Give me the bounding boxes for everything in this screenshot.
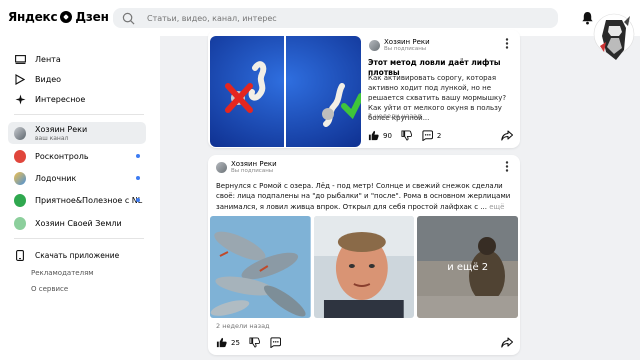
my-channel-text: Хозяин Реки ваш канал [35, 125, 87, 142]
like-count: 90 [383, 131, 392, 140]
sparkle-icon [14, 93, 26, 105]
user-avatar[interactable] [592, 2, 636, 72]
search-input[interactable] [147, 13, 547, 23]
dislike-icon[interactable] [249, 337, 260, 348]
post-author[interactable]: Хозяин Реки Вы подписаны [216, 160, 277, 174]
play-icon [14, 73, 26, 85]
author-name: Хозяин Реки [384, 38, 430, 46]
unread-dot [136, 154, 140, 158]
logo-yandex-text: Яндекс [8, 10, 58, 24]
like-count: 25 [231, 338, 240, 347]
sidebar-item-label: Лента [35, 54, 61, 64]
download-app-label: Скачать приложение [35, 250, 120, 260]
zen-star-icon [60, 11, 73, 23]
post-text[interactable]: Вернулся с Ромой с озера. Лёд - под метр… [216, 181, 516, 212]
more-options-icon[interactable] [505, 161, 509, 172]
photo-fish[interactable] [210, 216, 311, 318]
more-photos-overlay[interactable]: и ещё 2 [417, 216, 519, 318]
my-channel-label: Хозяин Реки [35, 124, 88, 134]
comments-icon[interactable] [422, 130, 433, 141]
sidebar-item-label: Интересное [35, 94, 86, 104]
photo-person[interactable] [313, 216, 415, 318]
sidebar-item-label: Хозяин Своей Земли [35, 218, 122, 228]
logo-zen-text: Дзен [75, 10, 109, 24]
share-icon[interactable] [501, 337, 513, 348]
priyatnoe-channel-icon [14, 193, 26, 207]
sidebar-item-hozyain-zemli[interactable]: Хозяин Своей Земли [8, 213, 146, 233]
roskontrol-channel-icon [14, 149, 26, 163]
sidebar-item-label: Росконтроль [35, 151, 89, 161]
comment-count: 2 [436, 131, 442, 140]
author-name: Хозяин Реки [231, 160, 277, 168]
search-bar[interactable] [113, 8, 558, 28]
sidebar-item-lodochnik[interactable]: Лодочник [8, 168, 146, 188]
search-icon [122, 12, 135, 24]
dislike-icon[interactable] [401, 130, 412, 141]
sidebar: Лента Видео Интересное Хозяин Реки ваш к… [0, 36, 160, 360]
post-card[interactable]: Хозяин Реки Вы подписаны Вернулся с Ромо… [208, 155, 520, 355]
advertisers-link[interactable]: Рекламодателям [31, 269, 94, 277]
my-channel-sublabel: ваш канал [35, 134, 69, 142]
channel-avatar [14, 126, 26, 140]
sidebar-item-label: Видео [35, 74, 62, 84]
divider [14, 238, 144, 239]
about-service-link[interactable]: О сервисе [31, 285, 68, 293]
unread-dot [136, 198, 140, 202]
divider [14, 114, 144, 115]
sidebar-item-label: Приятное&Полезное с NL [35, 195, 143, 205]
author-subscribed: Вы подписаны [231, 168, 274, 174]
post-date: 2 недели назад [368, 112, 422, 120]
post-date: 2 недели назад [216, 322, 270, 330]
author-avatar [369, 39, 380, 51]
share-icon[interactable] [501, 130, 513, 141]
lodochnik-channel-icon [14, 171, 26, 185]
post-actions: 25 [216, 337, 285, 348]
hozyain-zemli-channel-icon [14, 216, 26, 230]
unread-dot [136, 176, 140, 180]
post-actions: 90 2 [368, 130, 450, 141]
read-more-link[interactable]: ещё [489, 203, 504, 211]
comments-icon[interactable] [270, 337, 281, 348]
sidebar-item-roskontrol[interactable]: Росконтроль [8, 146, 146, 166]
author-avatar [216, 161, 227, 173]
zen-logo[interactable]: Яндекс Дзен [8, 10, 109, 24]
like-icon[interactable] [216, 337, 227, 348]
sidebar-item-interesting[interactable]: Интересное [8, 89, 146, 109]
author-subscribed: Вы подписаны [384, 46, 427, 52]
like-icon[interactable] [368, 130, 379, 141]
author-meta: Хозяин Реки Вы подписаны [384, 38, 430, 52]
article-card[interactable]: Хозяин Реки Вы подписаны Этот метод ловл… [208, 30, 520, 148]
sidebar-item-video[interactable]: Видео [8, 69, 146, 89]
post-author[interactable]: Хозяин Реки Вы подписаны [369, 38, 430, 52]
post-body: Вернулся с Ромой с озера. Лёд - под метр… [216, 182, 511, 211]
article-thumbnail[interactable] [210, 36, 361, 147]
feed-icon [14, 53, 26, 65]
sidebar-item-priyatnoe[interactable]: Приятное&Полезное с NL [8, 190, 146, 210]
photo-gallery: и ещё 2 [210, 216, 519, 318]
download-app-link[interactable]: Скачать приложение [8, 245, 146, 265]
phone-icon [14, 249, 26, 261]
author-meta: Хозяин Реки Вы подписаны [231, 160, 277, 174]
sidebar-item-feed[interactable]: Лента [8, 49, 146, 69]
more-options-icon[interactable] [505, 38, 509, 49]
photo-more[interactable]: и ещё 2 [417, 216, 519, 318]
sidebar-item-my-channel[interactable]: Хозяин Реки ваш канал [8, 122, 146, 144]
sidebar-item-label: Лодочник [35, 173, 77, 183]
